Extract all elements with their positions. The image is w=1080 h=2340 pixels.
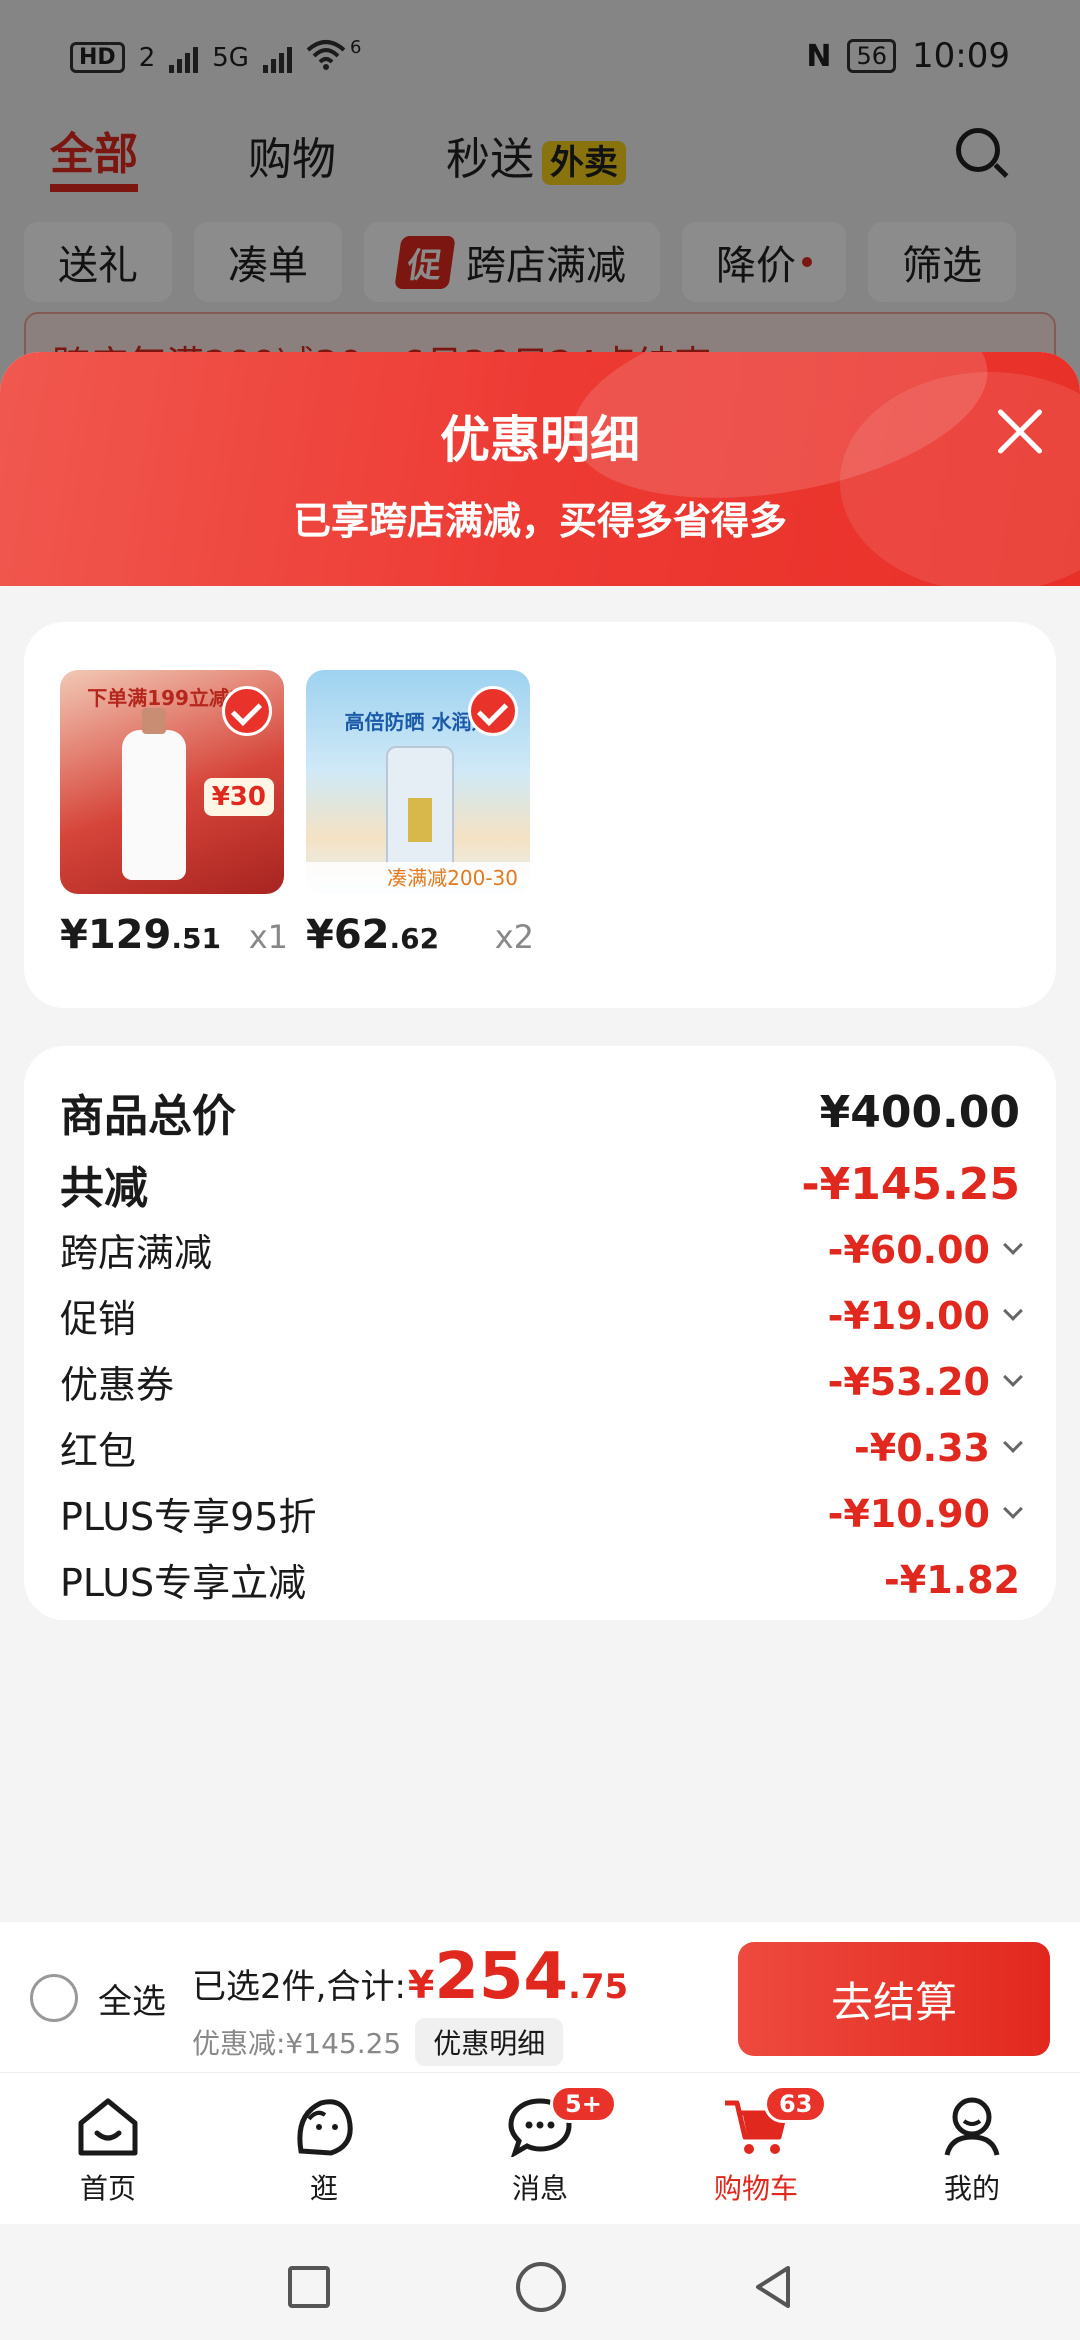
discount-detail-sheet: 优惠明细 已享跨店满减，买得多省得多 下单满199立减20 ¥30 ¥129.5…: [0, 352, 1080, 1922]
nav-home-label: 首页: [79, 2172, 136, 2205]
total-reduce-row: 共减 -¥145.25: [60, 1152, 1020, 1216]
system-nav-bar: [0, 2224, 1080, 2340]
product-price-dec: .62: [389, 922, 440, 955]
bottle-graphic: [122, 708, 186, 880]
chevron-down-icon[interactable]: [1003, 1498, 1023, 1519]
discount-label: 优惠券: [60, 1363, 175, 1407]
total-amount-int: 254: [434, 1940, 568, 2014]
sheet-title: 优惠明细: [440, 411, 640, 469]
discount-label: PLUS专享立减: [60, 1561, 307, 1605]
back-icon[interactable]: [748, 2262, 798, 2312]
sheet-subtitle: 已享跨店满减，买得多省得多: [292, 499, 787, 543]
nav-home[interactable]: 首页: [0, 2073, 216, 2224]
cart-badge: 63: [764, 2085, 828, 2123]
discount-row-promotion[interactable]: 促销 -¥19.00: [60, 1288, 1023, 1343]
nav-profile[interactable]: 我的: [864, 2073, 1080, 2224]
discount-value: -¥10.90: [827, 1491, 1023, 1536]
discount-value: -¥60.00: [827, 1227, 1023, 1272]
total-price-row: 商品总价 ¥400.00: [60, 1080, 1020, 1144]
discount-summary-text: 优惠减:¥145.25: [192, 2027, 402, 2060]
close-icon[interactable]: [988, 400, 1052, 464]
discount-amount: -¥53.20: [827, 1359, 990, 1404]
total-reduce-label: 共减: [60, 1163, 148, 1214]
discount-label: 跨店满减: [60, 1231, 213, 1275]
nav-profile-label: 我的: [943, 2172, 1000, 2205]
discount-value: -¥0.33: [854, 1425, 1023, 1470]
discount-amount: -¥60.00: [827, 1227, 990, 1272]
product-item[interactable]: 下单满199立减20 ¥30 ¥129.51 x1: [60, 670, 288, 958]
bottle-graphic: [386, 746, 454, 872]
product-image[interactable]: 高倍防晒 水润透 凑满减200-30: [306, 670, 530, 894]
product-item[interactable]: 高倍防晒 水润透 凑满减200-30 ¥62.62 x2: [306, 670, 534, 958]
discount-label: PLUS专享95折: [60, 1495, 317, 1539]
product-price: ¥129.51: [60, 912, 221, 958]
profile-icon: [944, 2097, 1000, 2156]
checkout-button[interactable]: 去结算: [738, 1942, 1050, 2056]
product-qty: x1: [248, 918, 288, 956]
discount-label: 红包: [60, 1429, 137, 1473]
total-price-value: ¥400.00: [819, 1086, 1020, 1138]
chevron-down-icon[interactable]: [1003, 1366, 1023, 1387]
nav-cart-label: 购物车: [713, 2172, 798, 2205]
sheet-header: 优惠明细 已享跨店满减，买得多省得多: [0, 352, 1080, 586]
nav-messages-label: 消息: [511, 2172, 568, 2205]
products-card: 下单满199立减20 ¥30 ¥129.51 x1 高倍防晒 水润透 凑满减20…: [24, 622, 1056, 1008]
product-price: ¥62.62: [306, 912, 439, 958]
product-footer: 凑满减200-30: [306, 862, 530, 894]
nav-messages[interactable]: 消息 5+: [432, 2073, 648, 2224]
checkout-bar: 全选 已选2件,合计: ¥ 254 .75 优惠减:¥145.25 优惠明细 去…: [0, 1922, 1080, 2072]
total-reduce-value: -¥145.25: [801, 1158, 1020, 1210]
discount-row-cross-store[interactable]: 跨店满减 -¥60.00: [60, 1222, 1023, 1277]
total-price-label: 商品总价: [60, 1091, 236, 1142]
select-all-radio[interactable]: [30, 1974, 78, 2022]
discount-detail-button[interactable]: 优惠明细: [415, 2018, 564, 2066]
product-image[interactable]: 下单满199立减20 ¥30: [60, 670, 284, 894]
chevron-down-icon[interactable]: [1003, 1234, 1023, 1255]
explore-icon: [297, 2099, 353, 2156]
check-icon[interactable]: [468, 686, 518, 736]
home-icon: [78, 2098, 138, 2156]
discount-label: 促销: [60, 1297, 137, 1341]
discount-amount: -¥10.90: [827, 1491, 990, 1536]
discount-row-plus-reduce: PLUS专享立减 -¥1.82: [60, 1552, 1020, 1607]
nav-explore-label: 逛: [309, 2172, 338, 2205]
discount-value: -¥19.00: [827, 1293, 1023, 1338]
discount-summary: 优惠减:¥145.25 优惠明细: [192, 2018, 564, 2066]
check-icon[interactable]: [222, 686, 272, 736]
discount-amount: -¥19.00: [827, 1293, 990, 1338]
discount-row-plus-95[interactable]: PLUS专享95折 -¥10.90: [60, 1486, 1023, 1541]
selected-count-text: 已选2件,合计:: [192, 1967, 406, 2007]
discount-row-coupon[interactable]: 优惠券 -¥53.20: [60, 1354, 1023, 1409]
summary-card: 商品总价 ¥400.00 共减 -¥145.25 跨店满减 -¥60.00 促销…: [24, 1046, 1056, 1620]
discount-value: -¥1.82: [884, 1557, 1020, 1602]
recents-icon[interactable]: [288, 2266, 330, 2308]
product-coupon-tag: ¥30: [203, 778, 274, 816]
select-all-label[interactable]: 全选: [98, 1974, 166, 2023]
discount-value: -¥53.20: [827, 1359, 1023, 1404]
nav-cart[interactable]: 购物车 63: [648, 2073, 864, 2224]
product-price-int: ¥62: [306, 912, 390, 958]
product-price-int: ¥129: [60, 912, 172, 958]
product-qty: x2: [494, 918, 534, 956]
nav-explore[interactable]: 逛: [216, 2073, 432, 2224]
total-currency: ¥: [407, 1963, 435, 2007]
chevron-down-icon[interactable]: [1003, 1300, 1023, 1321]
discount-row-red-packet[interactable]: 红包 -¥0.33: [60, 1420, 1023, 1475]
product-price-dec: .51: [171, 922, 221, 955]
chevron-down-icon[interactable]: [1003, 1432, 1023, 1453]
discount-amount: -¥0.33: [854, 1425, 990, 1470]
bottom-nav: 首页 逛 消息 5+ 购物车 63 我的: [0, 2072, 1080, 2224]
selected-total: 已选2件,合计: ¥ 254 .75: [192, 1940, 628, 2014]
home-button-icon[interactable]: [516, 2262, 566, 2312]
total-amount-dec: .75: [567, 1967, 629, 2007]
message-badge: 5+: [550, 2085, 617, 2123]
